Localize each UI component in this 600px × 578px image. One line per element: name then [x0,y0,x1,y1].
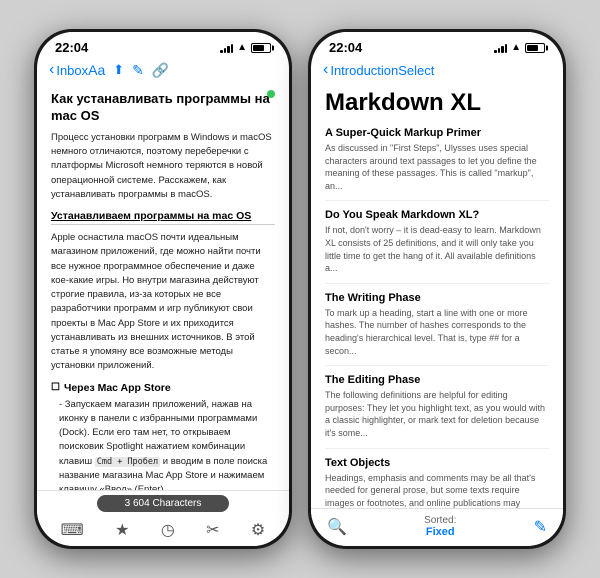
nav-actions-1: Aa ⬆ ✎ 🔗 [88,62,169,79]
back-button-2[interactable]: ‹ Introduction [323,61,398,79]
doc-section-body-0: As discussed in "First Steps", Ulysses u… [325,142,549,192]
toolbar-icon-2[interactable]: ★ [115,520,129,540]
doc-section-1: Do You Speak Markdown XL? If not, don't … [325,209,549,283]
inline-code: Cmd + Пробел [95,457,160,467]
sub-heading-1: ☐ Через Mac App Store [51,382,275,394]
page-title: Markdown XL [325,89,549,117]
list-item-1: - Запускаем магазин приложений, нажав на… [51,398,275,490]
content-2: Markdown XL A Super-Quick Markup Primer … [311,85,563,508]
doc-section-body-3: The following definitions are helpful fo… [325,389,549,439]
doc-section-title-1: Do You Speak Markdown XL? [325,209,549,221]
link-icon[interactable]: 🔗 [152,62,169,79]
toolbar-icon-5[interactable]: ⚙ [251,520,265,540]
bottom-bar-2: 🔍 Sorted: Fixed ✎ [311,508,563,546]
doc-section-title-3: The Editing Phase [325,374,549,386]
article-body-2: Apple оснастила macOS почти идеальным ма… [51,231,275,374]
doc-section-3: The Editing Phase The following definiti… [325,374,549,448]
nav-bar-2: ‹ Introduction Select [311,57,563,85]
doc-section-body-2: To mark up a heading, start a line with … [325,307,549,357]
nav-bar-1: ‹ Inbox Aa ⬆ ✎ 🔗 [37,57,289,85]
doc-section-2: The Writing Phase To mark up a heading, … [325,292,549,366]
status-bar-2: 22:04 ▲ [311,32,563,57]
share-icon[interactable]: ⬆ [113,62,124,78]
back-label-2: Introduction [330,63,398,78]
time-2: 22:04 [329,40,362,55]
wifi-icon-2: ▲ [511,42,521,53]
edit-icon[interactable]: ✎ [132,62,144,79]
toolbar-icon-3[interactable]: ◷ [161,520,175,540]
phone-2: 22:04 ▲ ‹ In [308,29,566,549]
search-icon[interactable]: 🔍 [327,517,347,537]
back-chevron-icon: ‹ [49,61,54,79]
battery-icon [251,43,271,53]
battery-icon-2 [525,43,545,53]
sort-value[interactable]: Fixed [424,526,456,538]
article-body-1: Процесс установки программ в Windows и m… [51,131,275,202]
checkbox-icon: ☐ [51,382,60,393]
time-1: 22:04 [55,40,88,55]
doc-section-title-4: Text Objects [325,457,549,469]
back-label-1: Inbox [56,63,88,78]
doc-section-4: Text Objects Headings, emphasis and comm… [325,457,549,509]
select-button[interactable]: Select [398,63,434,78]
doc-section-0: A Super-Quick Markup Primer As discussed… [325,127,549,201]
toolbar-icon-1[interactable]: ⌨ [61,520,84,540]
status-icons-2: ▲ [494,42,545,53]
signal-icon [220,43,233,53]
toolbar-icon-4[interactable]: ✂ [206,520,219,540]
doc-section-body-1: If not, don't worry – it is dead-easy to… [325,224,549,274]
content-1: Как устанавливать программы на mac OS Пр… [37,85,289,490]
back-chevron-icon-2: ‹ [323,61,328,79]
sorted-label: Sorted: [424,515,456,526]
doc-section-title-0: A Super-Quick Markup Primer [325,127,549,139]
compose-icon[interactable]: ✎ [534,517,547,537]
status-bar-1: 22:04 ▲ [37,32,289,57]
doc-section-title-2: The Writing Phase [325,292,549,304]
section-heading-1: Устанавливаем программы на mac OS [51,210,275,225]
char-count: 3 604 Characters [97,495,229,512]
signal-icon-2 [494,43,507,53]
wifi-icon: ▲ [237,42,247,53]
toolbar-icons: ⌨ ★ ◷ ✂ ⚙ [37,516,289,546]
phone-1: 22:04 ▲ ‹ In [34,29,292,549]
font-size-icon[interactable]: Aa [88,62,105,78]
bottom-bar-1: 3 604 Characters ⌨ ★ ◷ ✂ ⚙ [37,490,289,546]
sort-info: Sorted: Fixed [424,515,456,538]
article-title: Как устанавливать программы на mac OS [51,91,275,125]
doc-section-body-4: Headings, emphasis and comments may be a… [325,472,549,509]
back-button-1[interactable]: ‹ Inbox [49,61,88,79]
status-icons-1: ▲ [220,42,271,53]
